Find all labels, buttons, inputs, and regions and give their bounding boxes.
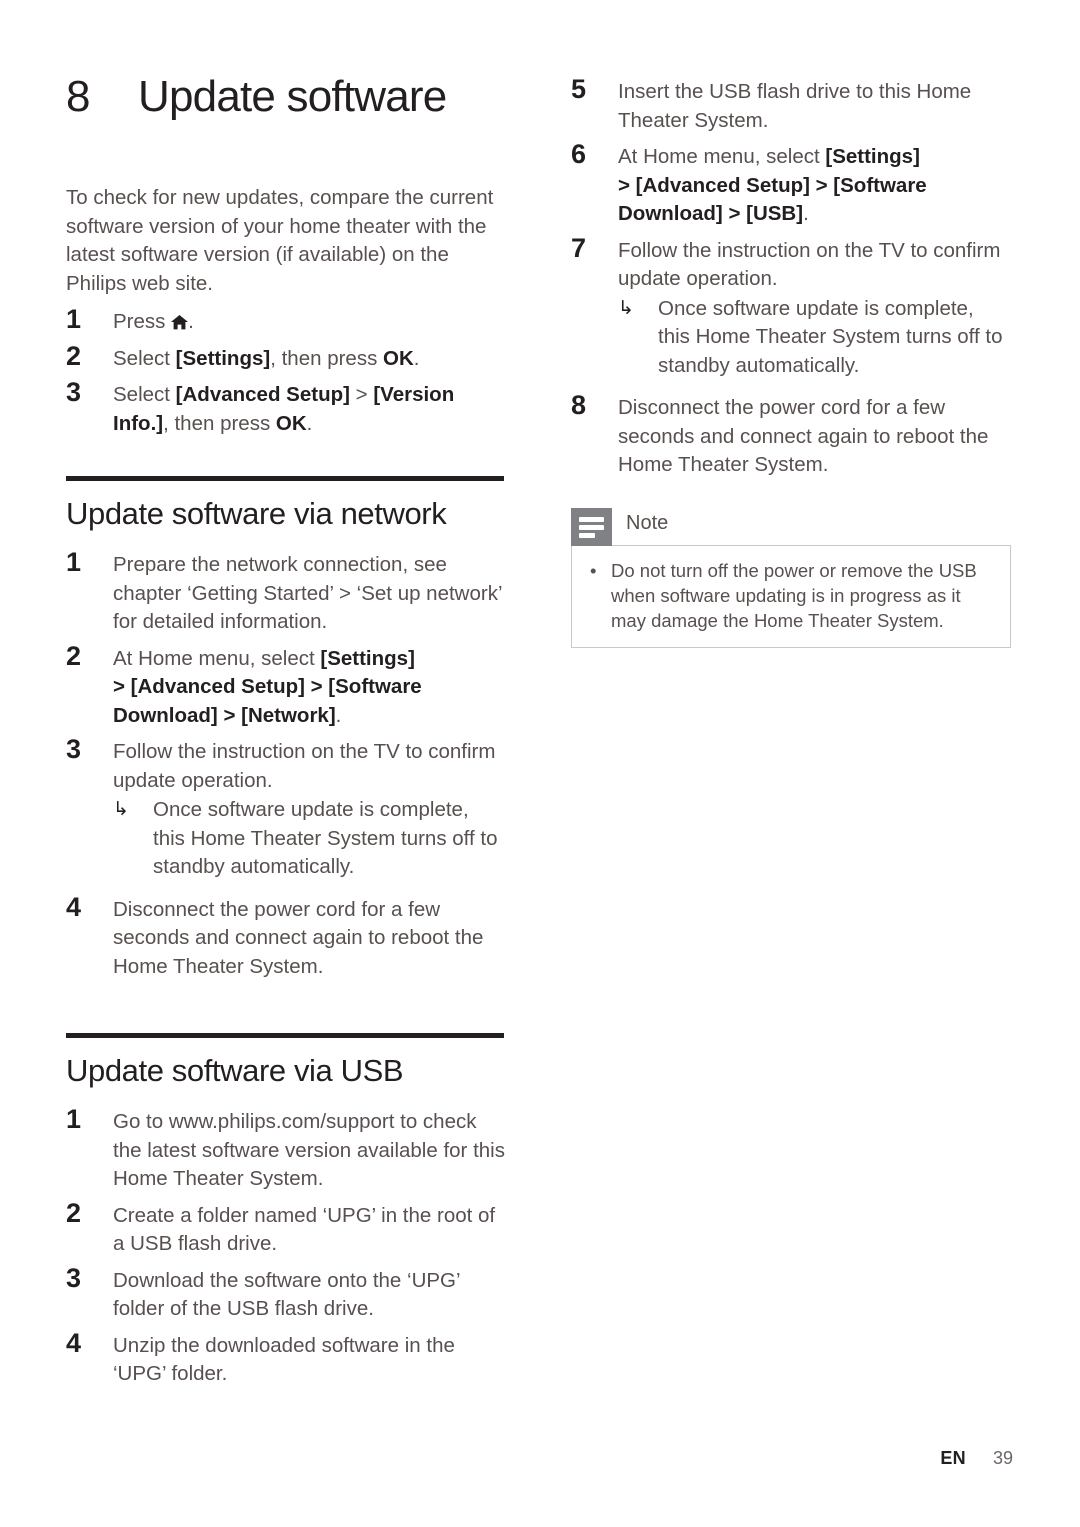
step-text: Follow the instruction on the TV to conf… bbox=[618, 238, 1001, 291]
step-number: 2 bbox=[66, 340, 82, 371]
usb-step-list: 1 Go to www.philips.com/support to check… bbox=[66, 1104, 506, 1389]
step-text: At Home menu, select [Settings] > [Advanc… bbox=[618, 145, 927, 225]
step-text: Create a folder named ‘UPG’ in the root … bbox=[113, 1203, 496, 1256]
section-update-via-network: Update software via network 1 Prepare th… bbox=[66, 476, 506, 981]
step-text: At Home menu, select [Settings] > [Advanc… bbox=[113, 646, 422, 727]
step-text: Download the software onto the ‘UPG’ fol… bbox=[113, 1268, 460, 1321]
step-text: Prepare the network connection, see chap… bbox=[113, 553, 502, 633]
list-item: 3 Download the software onto the ‘UPG’ f… bbox=[66, 1263, 506, 1324]
list-item: 2 Select [Settings], then press OK. bbox=[66, 341, 506, 374]
step-number: 3 bbox=[66, 734, 82, 764]
section-update-via-usb: Update software via USB 1 Go to www.phil… bbox=[66, 1033, 506, 1389]
list-item: 4 Unzip the downloaded software in the ‘… bbox=[66, 1328, 506, 1389]
list-item: 6 At Home menu, select [Settings] > [Adva… bbox=[571, 139, 1011, 229]
list-item: 1 Prepare the network connection, see ch… bbox=[66, 547, 506, 637]
document-page: 8 Update software To check for new updat… bbox=[0, 0, 1080, 1527]
note-list-item: • Do not turn off the power or remove th… bbox=[586, 558, 996, 633]
page-title: 8 Update software bbox=[66, 72, 526, 122]
list-item: 3 Follow the instruction on the TV to co… bbox=[66, 734, 506, 882]
step-number: 4 bbox=[66, 891, 82, 922]
list-item: 2 Create a folder named ‘UPG’ in the roo… bbox=[66, 1198, 506, 1259]
usb-step-list-continued: 5 Insert the USB flash drive to this Hom… bbox=[571, 74, 1011, 480]
page-footer: EN 39 bbox=[0, 1448, 1013, 1469]
list-item: 1 Go to www.philips.com/support to check… bbox=[66, 1104, 506, 1194]
list-item: 3 Select [Advanced Setup] > [Version Inf… bbox=[66, 377, 506, 438]
chapter-number: 8 bbox=[66, 72, 90, 121]
step-text: Insert the USB flash drive to this Home … bbox=[618, 80, 972, 132]
intro-paragraph: To check for new updates, compare the cu… bbox=[66, 186, 494, 295]
right-column: 5 Insert the USB flash drive to this Hom… bbox=[571, 74, 1011, 648]
list-item: 7 Follow the instruction on the TV to co… bbox=[571, 233, 1011, 381]
list-item: 2 At Home menu, select [Settings] > [Adva… bbox=[66, 641, 506, 731]
left-column: 1 Press . 2 Select [Settings], then pres… bbox=[66, 300, 506, 1389]
step-number: 3 bbox=[66, 377, 82, 407]
list-item: 4 Disconnect the power cord for a few se… bbox=[66, 892, 506, 982]
step-text: Disconnect the power cord for a few seco… bbox=[113, 897, 484, 978]
list-item: 1 Press . bbox=[66, 304, 506, 337]
section-rule bbox=[66, 1033, 504, 1038]
step-number: 2 bbox=[66, 1197, 82, 1228]
step-number: 7 bbox=[571, 232, 587, 263]
section-rule bbox=[66, 476, 504, 481]
step-text: Select [Advanced Setup] > [Version Info.… bbox=[113, 383, 455, 435]
section-heading: Update software via network bbox=[66, 496, 447, 531]
step-text: Go to www.philips.com/support to check t… bbox=[113, 1110, 505, 1190]
step-text: Follow the instruction on the TV to conf… bbox=[113, 740, 496, 792]
list-item: 5 Insert the USB flash drive to this Hom… bbox=[571, 74, 1011, 135]
step-number: 2 bbox=[66, 640, 82, 671]
intro-step-list: 1 Press . 2 Select [Settings], then pres… bbox=[66, 304, 506, 438]
step-number: 1 bbox=[66, 547, 82, 577]
bullet-icon: • bbox=[590, 559, 597, 581]
note-lines-icon bbox=[571, 507, 612, 546]
step-text: Disconnect the power cord for a few seco… bbox=[618, 396, 989, 476]
step-text: Unzip the downloaded software in the ‘UP… bbox=[113, 1333, 455, 1386]
step-number: 1 bbox=[66, 1104, 82, 1134]
step-text: Select [Settings], then press OK. bbox=[113, 346, 420, 370]
step-number: 8 bbox=[571, 390, 587, 420]
sub-list-item: ↳ Once software update is complete, this… bbox=[113, 796, 506, 882]
section-heading: Update software via USB bbox=[66, 1053, 404, 1088]
note-body: • Do not turn off the power or remove th… bbox=[571, 544, 1011, 648]
note-label: Note bbox=[626, 511, 669, 534]
step-number: 6 bbox=[571, 139, 587, 169]
network-step-list: 1 Prepare the network connection, see ch… bbox=[66, 547, 506, 982]
home-icon bbox=[171, 315, 189, 330]
step-number: 5 bbox=[571, 74, 587, 104]
note-header: Note bbox=[571, 507, 1011, 546]
step-text: Press . bbox=[113, 310, 194, 333]
sub-list-item: ↳ Once software update is complete, this… bbox=[618, 295, 1011, 381]
footer-page-number: 39 bbox=[992, 1448, 1013, 1468]
arrow-icon: ↳ bbox=[113, 799, 129, 820]
step-number: 4 bbox=[66, 1327, 82, 1358]
arrow-icon: ↳ bbox=[618, 297, 634, 319]
note-item-text: Do not turn off the power or remove the … bbox=[611, 559, 977, 631]
chapter-title: Update software bbox=[138, 72, 447, 121]
note-box: Note • Do not turn off the power or remo… bbox=[571, 507, 1011, 648]
list-item: 8 Disconnect the power cord for a few se… bbox=[571, 390, 1011, 480]
step-number: 1 bbox=[66, 304, 82, 334]
step-number: 3 bbox=[66, 1262, 82, 1293]
sub-step-text: Once software update is complete, this H… bbox=[658, 296, 1003, 377]
sub-step-text: Once software update is complete, this H… bbox=[153, 798, 498, 878]
footer-language: EN bbox=[940, 1448, 966, 1468]
